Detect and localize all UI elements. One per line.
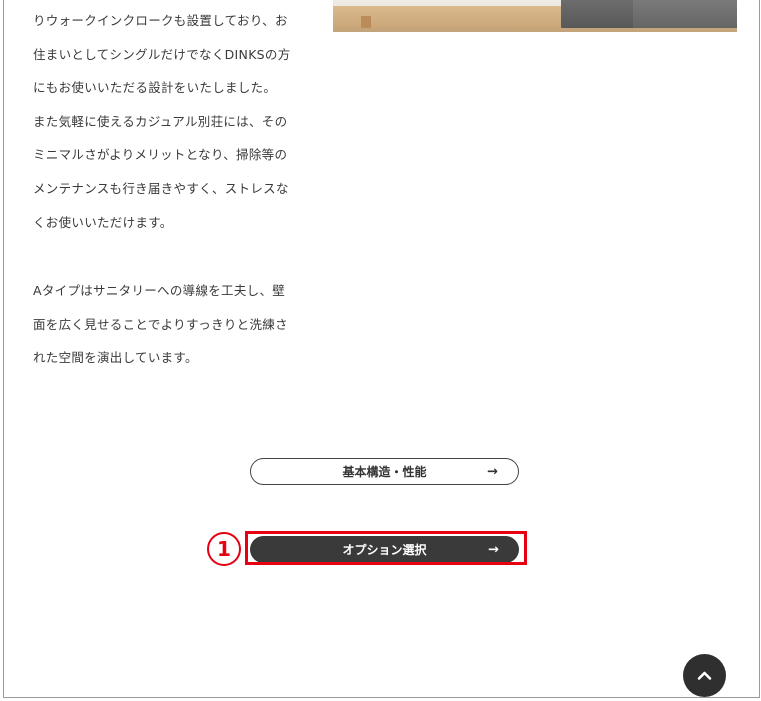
text-line: 住まいとしてシングルだけでなくDINKSの方 — [33, 46, 291, 62]
text-line: メンテナンスも行き届きやすく、ストレスな — [33, 180, 289, 196]
structure-performance-button[interactable]: 基本構造・性能 → — [250, 458, 519, 485]
text-line: れた空間を演出しています。 — [33, 350, 198, 366]
description-paragraph-1: りウォークインクロークも設置しており、お 住まいとしてシングルだけでなくDINK… — [33, 4, 308, 239]
structure-performance-label: 基本構造・性能 — [342, 465, 427, 479]
annotation-highlight-box — [245, 531, 527, 565]
text-line: りウォークインクロークも設置しており、お — [33, 13, 288, 28]
text-line: また気軽に使えるカジュアル別荘には、その — [33, 113, 288, 129]
room-photo — [333, 0, 737, 32]
text-line: くお使いいただけます。 — [33, 214, 173, 230]
text-line: 面を広く見せることでよりすっきりと洗練さ — [33, 316, 288, 332]
text-line: Aタイプはサニタリーへの導線を工夫し、壁 — [33, 283, 286, 298]
back-to-top-button[interactable] — [683, 654, 726, 697]
text-line: にもお使いいただる設計をいたしました。 — [33, 80, 277, 96]
step-number-badge: 1 — [207, 532, 241, 566]
text-line: ミニマルさがよりメリットとなり、掃除等の — [33, 147, 288, 163]
arrow-right-icon: → — [487, 464, 498, 479]
chevron-up-icon — [697, 671, 712, 680]
step-number: 1 — [217, 537, 231, 561]
description-paragraph-2: Aタイプはサニタリーへの導線を工夫し、壁 面を広く見せることでよりすっきりと洗練… — [33, 274, 308, 375]
